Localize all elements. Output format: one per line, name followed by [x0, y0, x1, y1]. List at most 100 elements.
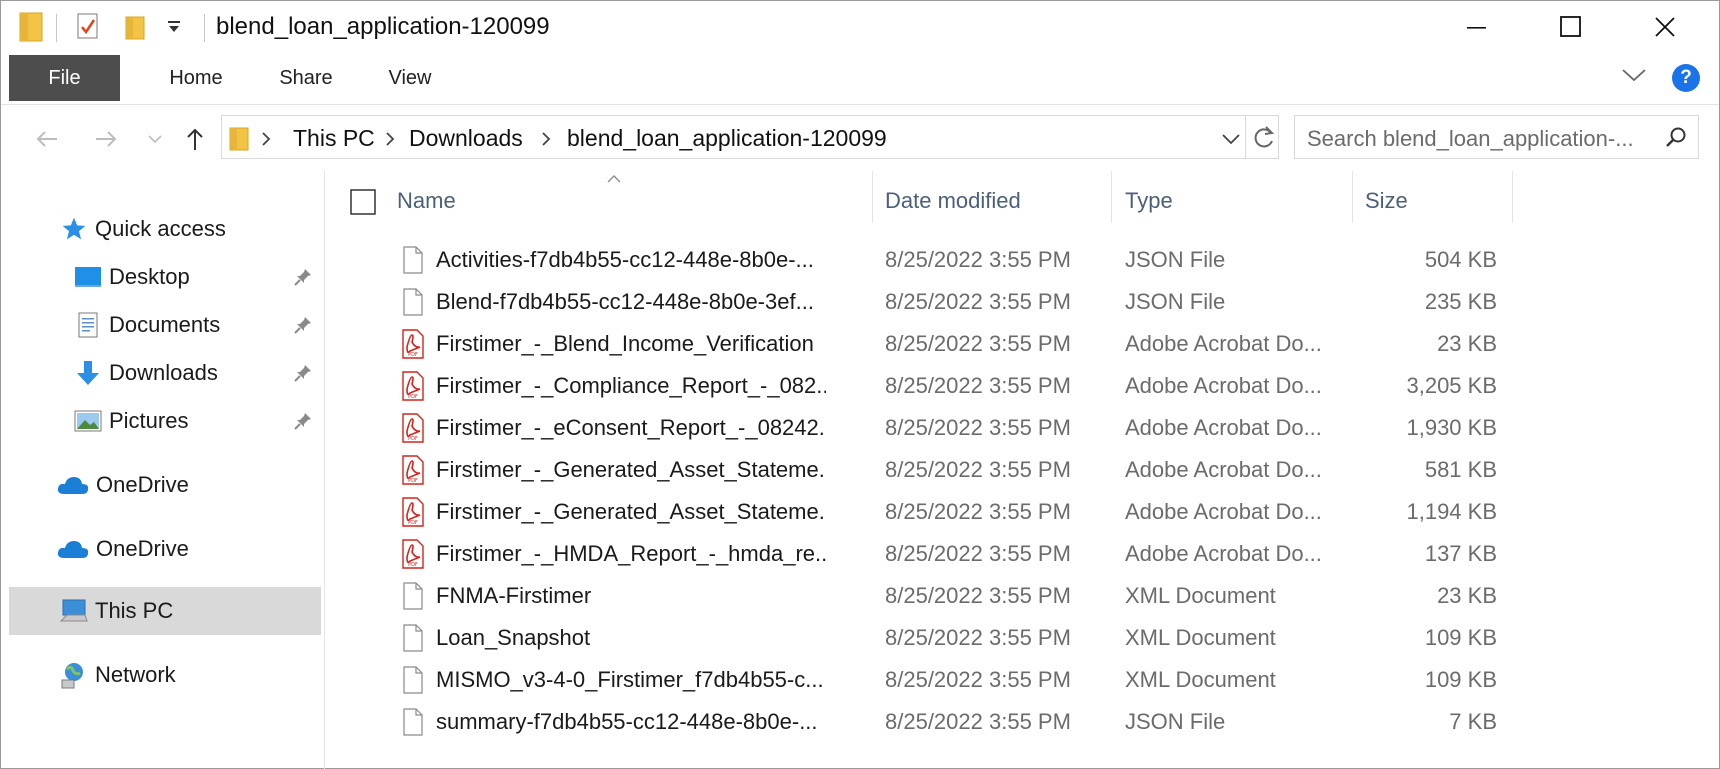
sidebar-item-pictures[interactable]: Pictures [73, 399, 188, 443]
folder-icon[interactable] [19, 11, 45, 48]
file-date-modified: 8/25/2022 3:55 PM [885, 499, 1071, 524]
file-row[interactable]: MISMO_v3-4-0_Firstimer_f7db4b55-c... 8/25… [326, 659, 1720, 701]
file-type: XML Document [1125, 625, 1276, 650]
file-row[interactable]: Loan_Snapshot 8/25/2022 3:55 PM XML Docume… [326, 617, 1720, 659]
file-date-modified: 8/25/2022 3:55 PM [885, 373, 1071, 398]
file-type: XML Document [1125, 667, 1276, 692]
forward-button[interactable] [92, 125, 120, 153]
back-button[interactable] [33, 125, 61, 153]
refresh-icon[interactable] [1252, 125, 1276, 156]
sidebar-item-this-pc[interactable]: This PC [59, 589, 173, 633]
chevron-right-icon[interactable] [384, 131, 396, 152]
sidebar-item-desktop[interactable]: Desktop [73, 255, 190, 299]
tab-view[interactable]: View [361, 55, 459, 101]
file-type: XML Document [1125, 583, 1276, 608]
sidebar-item-quick-access[interactable]: Quick access [59, 207, 226, 251]
file-icon [398, 575, 428, 617]
file-type: Adobe Acrobat Do... [1125, 499, 1322, 524]
file-date-modified: 8/25/2022 3:55 PM [885, 541, 1071, 566]
new-folder-icon[interactable] [124, 11, 146, 46]
help-button[interactable]: ? [1672, 64, 1700, 92]
file-size: 137 KB [1424, 541, 1497, 566]
chevron-right-icon[interactable] [260, 131, 272, 152]
file-date-modified: 8/25/2022 3:55 PM [885, 415, 1071, 440]
sidebar-item-label: OneDrive [96, 472, 189, 497]
file-row[interactable]: FNMA-Firstimer 8/25/2022 3:55 PM XML Docum… [326, 575, 1720, 617]
file-icon [398, 701, 428, 743]
pin-icon[interactable] [291, 361, 315, 385]
address-dropdown-icon[interactable] [1221, 132, 1241, 151]
breadcrumb-current-folder[interactable]: blend_loan_application-120099 [567, 125, 887, 152]
file-date-modified: 8/25/2022 3:55 PM [885, 289, 1071, 314]
pdf-icon: PDF [398, 323, 428, 365]
file-size: 23 KB [1437, 583, 1497, 608]
sidebar-item-label: Desktop [109, 264, 190, 289]
quick-access-dropdown-icon[interactable] [166, 17, 182, 42]
tab-home[interactable]: Home [141, 55, 251, 101]
pdf-icon: PDF [398, 533, 428, 575]
file-size: 23 KB [1437, 331, 1497, 356]
cloud-icon [56, 534, 90, 564]
file-size: 581 KB [1424, 457, 1497, 482]
breadcrumb-downloads[interactable]: Downloads [409, 125, 523, 152]
file-row[interactable]: PDF Firstimer_-_HMDA_Report_-_hmda_re... 8… [326, 533, 1720, 575]
file-row[interactable]: PDF Firstimer_-_Generated_Asset_Stateme..… [326, 491, 1720, 533]
file-date-modified: 8/25/2022 3:55 PM [885, 583, 1071, 608]
breadcrumb-this-pc[interactable]: This PC [293, 125, 375, 152]
properties-icon[interactable] [76, 11, 100, 46]
expand-ribbon-icon[interactable] [1621, 67, 1647, 88]
file-size: 235 KB [1424, 289, 1497, 314]
file-row[interactable]: Activities-f7db4b55-cc12-448e-8b0e-... 8/… [326, 239, 1720, 281]
column-header-size[interactable]: Size [1365, 171, 1485, 231]
column-header-type[interactable]: Type [1125, 171, 1355, 231]
up-button[interactable] [181, 125, 209, 153]
file-row[interactable]: PDF Firstimer_-_Compliance_Report_-_082..… [326, 365, 1720, 407]
file-row[interactable]: summary-f7db4b55-cc12-448e-8b0e-... 8/25/… [326, 701, 1720, 743]
search-input[interactable]: Search blend_loan_application-... [1307, 126, 1634, 152]
recent-locations-button[interactable] [146, 125, 164, 153]
file-row[interactable]: PDF Firstimer_-_Blend_Income_Verification… [326, 323, 1720, 365]
sidebar-item-network[interactable]: Network [59, 653, 176, 697]
file-name: Firstimer_-_HMDA_Report_-_hmda_re... [436, 541, 826, 566]
column-header-name[interactable]: Name [397, 171, 797, 231]
column-header-date[interactable]: Date modified [885, 171, 1115, 231]
file-size: 109 KB [1424, 667, 1497, 692]
file-name: Firstimer_-_eConsent_Report_-_08242... [436, 415, 826, 440]
desktop-icon [73, 262, 103, 292]
search-icon[interactable] [1664, 126, 1688, 155]
minimize-button[interactable] [1431, 1, 1523, 53]
sidebar-item-onedrive-2[interactable]: OneDrive [56, 527, 189, 571]
file-name: Firstimer_-_Generated_Asset_Stateme... [436, 499, 826, 524]
sidebar-item-onedrive-1[interactable]: OneDrive [56, 463, 189, 507]
pdf-icon: PDF [398, 365, 428, 407]
tab-share[interactable]: Share [251, 55, 361, 101]
sidebar-item-label: Network [95, 662, 176, 687]
file-type: Adobe Acrobat Do... [1125, 331, 1322, 356]
pin-icon[interactable] [291, 313, 315, 337]
file-name: Firstimer_-_Generated_Asset_Stateme... [436, 457, 826, 482]
file-date-modified: 8/25/2022 3:55 PM [885, 331, 1071, 356]
svg-text:PDF: PDF [408, 520, 418, 526]
svg-text:PDF: PDF [408, 436, 418, 442]
maximize-button[interactable] [1525, 1, 1617, 53]
close-button[interactable] [1619, 1, 1711, 53]
file-icon [398, 617, 428, 659]
file-icon [398, 281, 428, 323]
tab-file[interactable]: File [9, 55, 120, 101]
search-box[interactable]: Search blend_loan_application-... [1294, 115, 1699, 159]
pictures-icon [73, 406, 103, 436]
file-row[interactable]: PDF Firstimer_-_eConsent_Report_-_08242..… [326, 407, 1720, 449]
file-row[interactable]: Blend-f7db4b55-cc12-448e-8b0e-3ef... 8/25… [326, 281, 1720, 323]
pin-icon[interactable] [291, 409, 315, 433]
address-bar[interactable]: This PC Downloads blend_loan_application… [221, 115, 1279, 159]
sidebar-item-label: Documents [109, 312, 221, 337]
file-date-modified: 8/25/2022 3:55 PM [885, 667, 1071, 692]
file-size: 1,194 KB [1406, 499, 1497, 524]
chevron-right-icon[interactable] [540, 131, 552, 152]
sidebar-item-documents[interactable]: Documents [73, 303, 220, 347]
select-all-checkbox[interactable] [350, 189, 376, 220]
sidebar-item-downloads[interactable]: Downloads [73, 351, 218, 395]
file-row[interactable]: PDF Firstimer_-_Generated_Asset_Stateme..… [326, 449, 1720, 491]
pin-icon[interactable] [291, 265, 315, 289]
sidebar-item-label: Pictures [109, 408, 189, 433]
